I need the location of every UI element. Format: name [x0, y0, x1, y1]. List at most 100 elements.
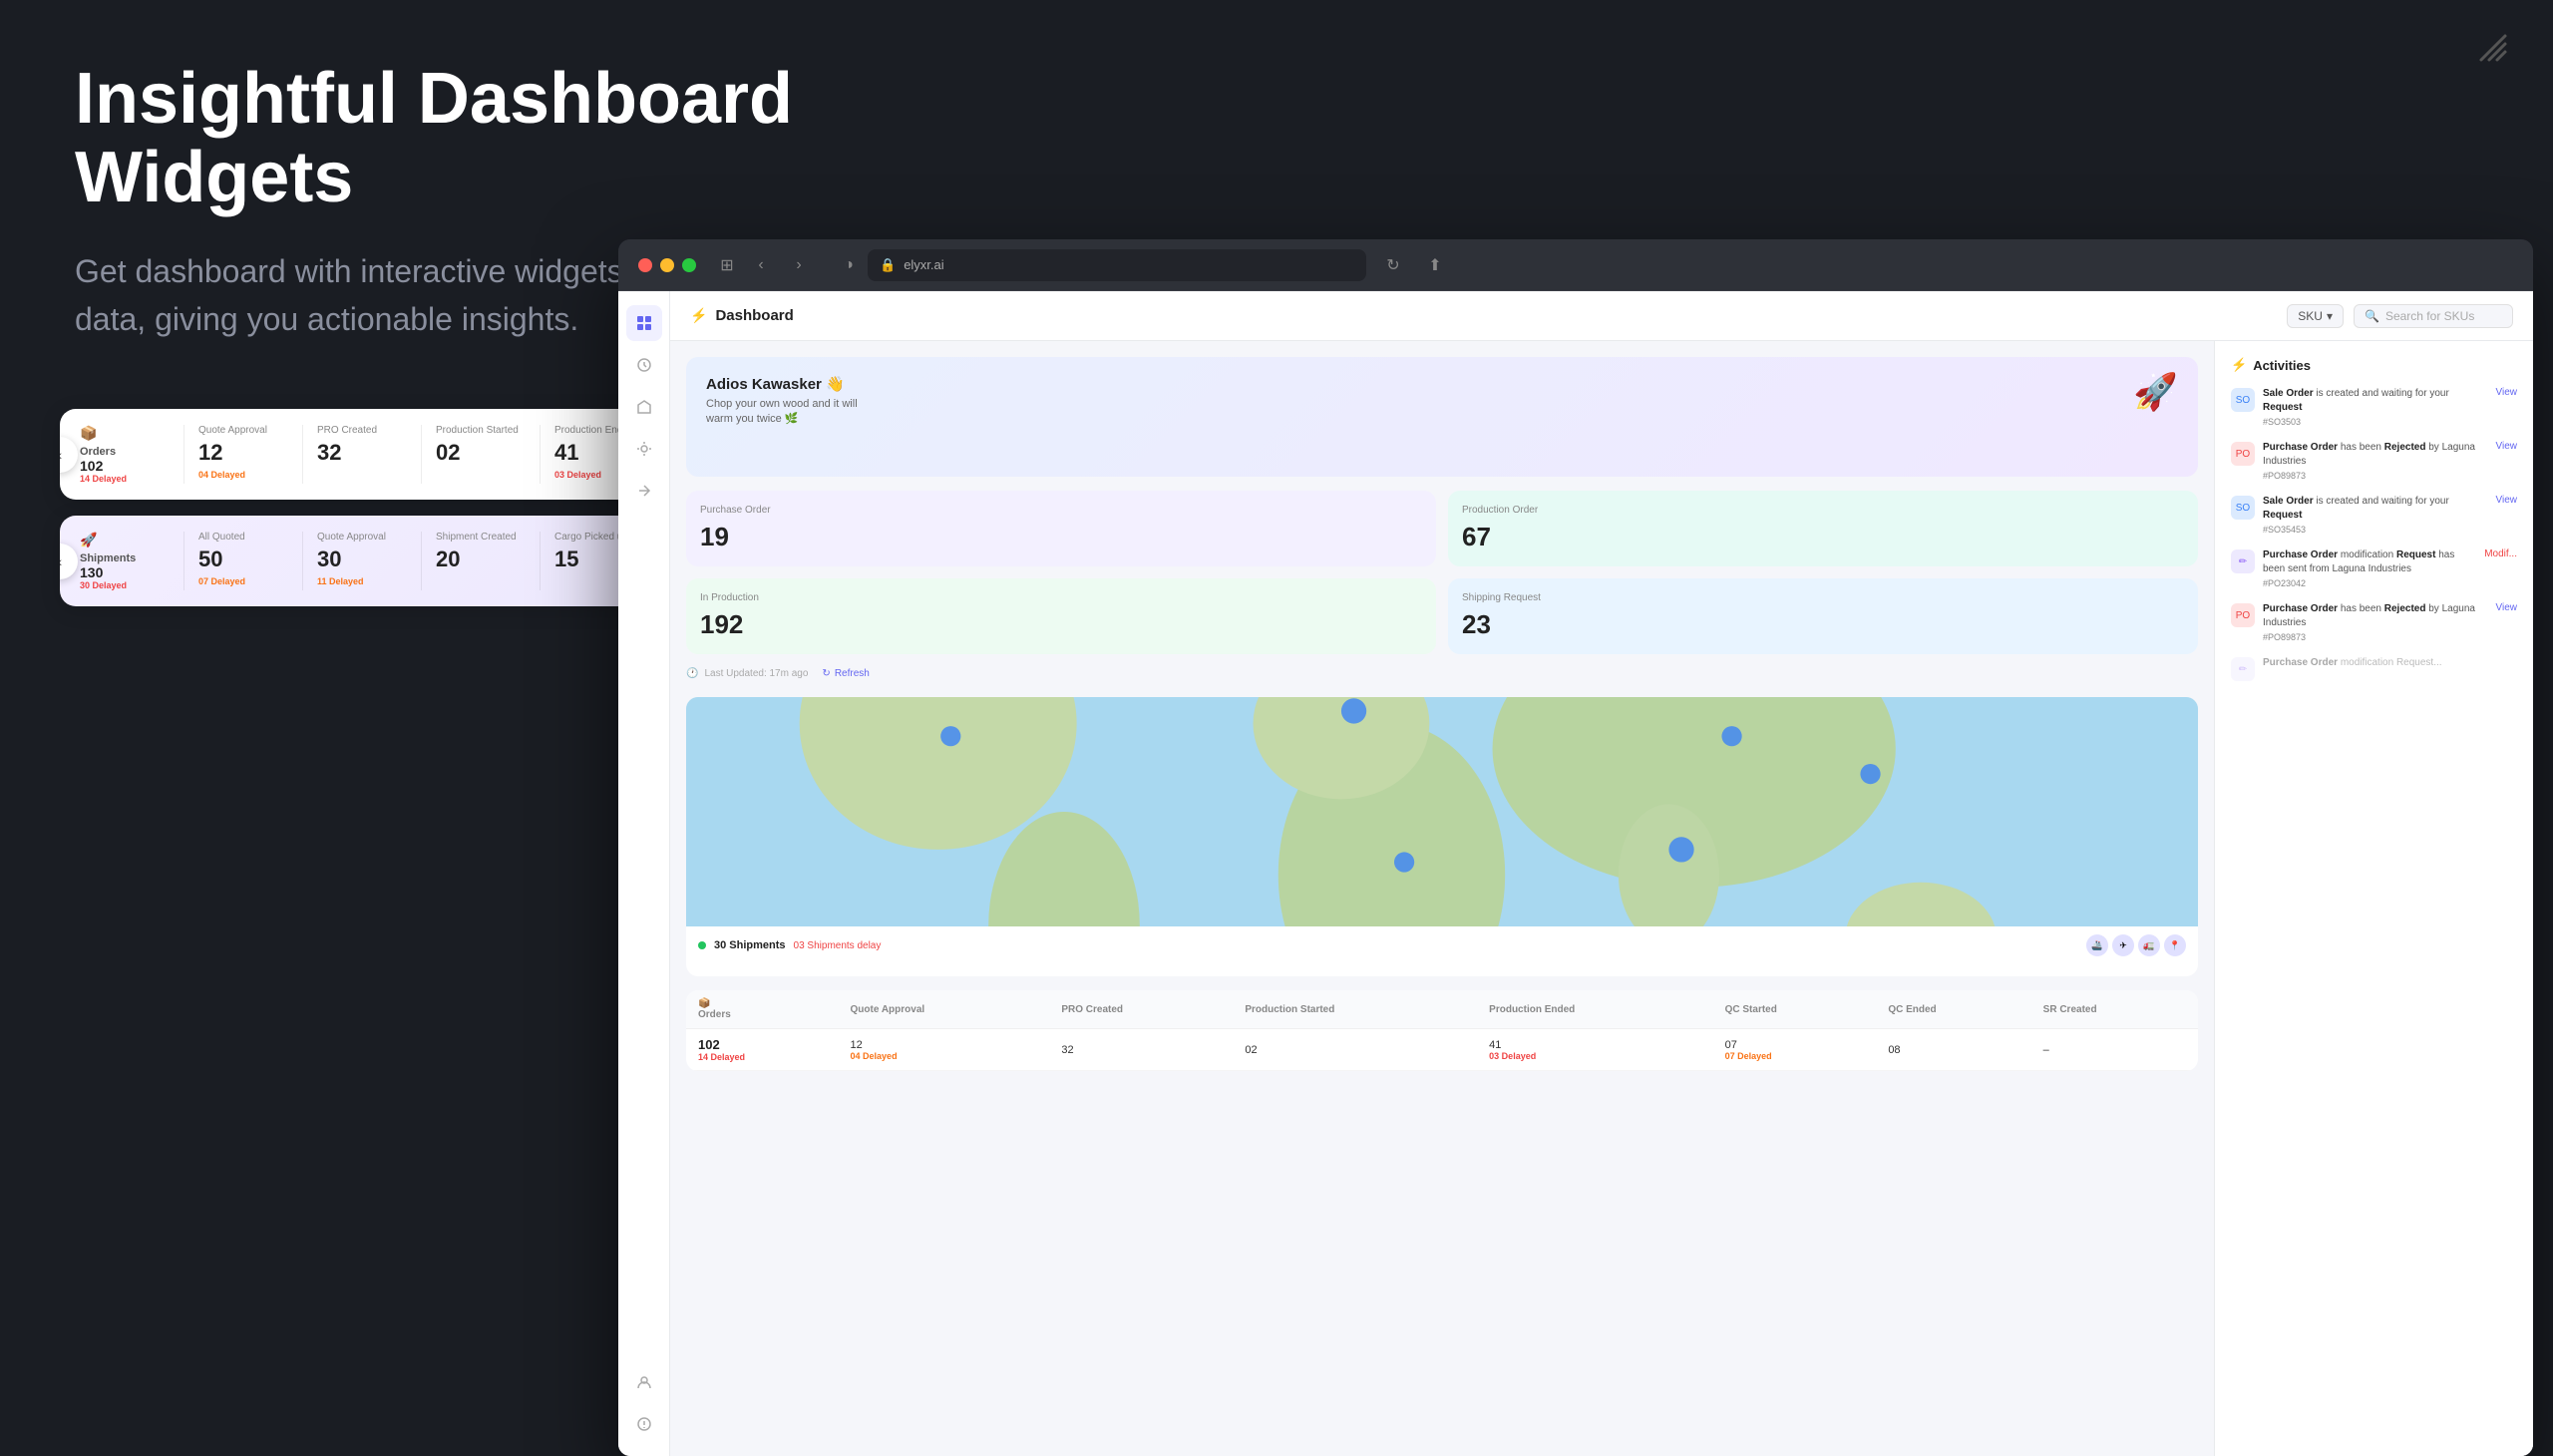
- col-header-src: SR Created: [2031, 990, 2198, 1029]
- orders-main-value: 102: [698, 1037, 827, 1052]
- activity-content-2: Purchase Order has been Rejected by Lagu…: [2263, 441, 2488, 481]
- left-panel: Adios Kawasker 👋 Chop your own wood and …: [670, 341, 2214, 1456]
- sidebar-item-dashboard[interactable]: [626, 305, 662, 341]
- theme-toggle-button[interactable]: ◑: [834, 250, 864, 280]
- activity-content-6: Purchase Order modification Request...: [2263, 656, 2517, 670]
- col-header-pe: Production Ended: [1477, 990, 1712, 1029]
- activity-content-4: Purchase Order modification Request has …: [2263, 548, 2476, 588]
- in-production-value: 192: [700, 609, 1422, 640]
- activity-modify-4[interactable]: Modif...: [2484, 548, 2517, 559]
- activity-dot-5: PO: [2231, 603, 2255, 627]
- app-sidebar: [618, 291, 670, 1456]
- sidebar-item-bottom-1[interactable]: [626, 1364, 662, 1400]
- lightning-icon: ⚡: [2231, 357, 2247, 373]
- td-qcs: 07 07 Delayed: [1713, 1029, 1877, 1071]
- activity-view-3[interactable]: View: [2496, 495, 2518, 506]
- activity-text-6: Purchase Order modification Request...: [2263, 656, 2517, 670]
- search-bar[interactable]: 🔍 Search for SKUs: [2354, 304, 2513, 328]
- activity-text-2: Purchase Order has been Rejected by Lagu…: [2263, 441, 2488, 469]
- close-button[interactable]: [638, 258, 652, 272]
- activity-dot-1: SO: [2231, 388, 2255, 412]
- qa2-value: 30: [317, 546, 407, 572]
- sidebar-toggle-button[interactable]: ⊞: [712, 250, 742, 280]
- shipments-value: 130: [80, 564, 170, 580]
- activity-item-2: PO Purchase Order has been Rejected by L…: [2231, 441, 2517, 481]
- refresh-button[interactable]: ↻ Refresh: [822, 668, 869, 679]
- sidebar-item-3[interactable]: [626, 431, 662, 467]
- sidebar-item-2[interactable]: [626, 389, 662, 425]
- activity-item-3: SO Sale Order is created and waiting for…: [2231, 495, 2517, 535]
- map-status-dot: [698, 941, 706, 949]
- map-card: + − ⤢ 30 Shipments 03 Shipments d: [686, 697, 2198, 976]
- timestamp-row: 🕐 Last Updated: 17m ago ↻ Refresh: [686, 668, 2198, 683]
- map-background: + − ⤢: [686, 697, 2198, 926]
- welcome-card: Adios Kawasker 👋 Chop your own wood and …: [686, 357, 2198, 477]
- welcome-message: Chop your own wood and it will warm you …: [706, 397, 886, 428]
- map-footer: 30 Shipments 03 Shipments delay 🚢 ✈ 🚛 📍: [686, 926, 2198, 964]
- search-icon: 🔍: [2365, 309, 2379, 323]
- address-bar[interactable]: 🔒 elyxr.ai: [868, 249, 1366, 281]
- production-order-value: 67: [1462, 522, 2184, 552]
- clock-icon: 🕐: [686, 668, 698, 679]
- sc-value: 20: [436, 546, 526, 572]
- activity-item-5: PO Purchase Order has been Rejected by L…: [2231, 602, 2517, 642]
- stat-production-order: Production Order 67: [1448, 491, 2198, 566]
- orders-value: 102: [80, 458, 170, 474]
- shipping-request-label: Shipping Request: [1462, 592, 2184, 603]
- shipping-request-value: 23: [1462, 609, 2184, 640]
- orders-delayed-value: 14 Delayed: [698, 1052, 827, 1062]
- sku-selector[interactable]: SKU ▾: [2287, 304, 2344, 328]
- timestamp-text: Last Updated: 17m ago: [704, 668, 808, 679]
- stats-grid: Purchase Order 19 Production Order 67 In…: [686, 491, 2198, 654]
- sidebar-item-bottom-2[interactable]: [626, 1406, 662, 1442]
- table-row: 102 14 Delayed 12 04 Delayed 32 02: [686, 1029, 2198, 1071]
- ps-label: Production Started: [436, 425, 526, 436]
- activities-title: ⚡ Activities: [2231, 357, 2517, 373]
- stat-purchase-order: Purchase Order 19: [686, 491, 1436, 566]
- activities-label: Activities: [2253, 358, 2311, 373]
- welcome-greeting: Adios Kawasker 👋: [706, 375, 886, 393]
- td-qce: 08: [1876, 1029, 2030, 1071]
- top-right-icon: [2473, 28, 2513, 77]
- forward-button[interactable]: ›: [784, 250, 814, 280]
- activity-dot-2: PO: [2231, 442, 2255, 466]
- td-pc: 32: [1049, 1029, 1233, 1071]
- floating-widgets: ‹ 📦 Orders 102 14 Delayed Quote Approval…: [60, 409, 678, 622]
- welcome-text: Adios Kawasker 👋 Chop your own wood and …: [706, 375, 886, 428]
- nav-arrow-left-2[interactable]: ‹: [60, 544, 78, 579]
- sidebar-item-4[interactable]: [626, 473, 662, 509]
- map-icon-1: 🚢: [2086, 934, 2108, 956]
- sc-label: Shipment Created: [436, 532, 526, 543]
- search-placeholder: Search for SKUs: [2385, 309, 2474, 323]
- traffic-lights: [638, 258, 696, 272]
- share-button[interactable]: ⬆: [1420, 250, 1450, 280]
- rocket-icon: 🚀: [2133, 371, 2178, 413]
- td-src: –: [2031, 1029, 2198, 1071]
- reload-button[interactable]: ↻: [1378, 250, 1408, 280]
- activity-text-3: Sale Order is created and waiting for yo…: [2263, 495, 2488, 523]
- activity-dot-6: ✏: [2231, 657, 2255, 681]
- activity-item-6: ✏ Purchase Order modification Request...: [2231, 656, 2517, 681]
- orders-col-label: Orders: [698, 1009, 827, 1020]
- browser-chrome: ⊞ ‹ › ◑ 🔒 elyxr.ai ↻ ⬆: [618, 239, 2533, 291]
- back-button[interactable]: ‹: [746, 250, 776, 280]
- top-bar: ⚡ Dashboard SKU ▾ 🔍 Search for SKUs: [670, 291, 2533, 341]
- activity-view-1[interactable]: View: [2496, 387, 2518, 398]
- qa2-label: Quote Approval: [317, 532, 407, 543]
- nav-arrow-left[interactable]: ‹: [60, 437, 78, 473]
- orders-widget: ‹ 📦 Orders 102 14 Delayed Quote Approval…: [60, 409, 678, 500]
- sidebar-item-1[interactable]: [626, 347, 662, 383]
- purchase-order-value: 19: [700, 522, 1422, 552]
- minimize-button[interactable]: [660, 258, 674, 272]
- activity-view-5[interactable]: View: [2496, 602, 2518, 613]
- col-header-qa: Quote Approval: [839, 990, 1050, 1029]
- aq-label: All Quoted: [198, 532, 288, 543]
- maximize-button[interactable]: [682, 258, 696, 272]
- td-pe: 41 03 Delayed: [1477, 1029, 1712, 1071]
- purchase-order-label: Purchase Order: [700, 505, 1422, 516]
- orders-table-icon: 📦: [698, 998, 827, 1009]
- activity-view-2[interactable]: View: [2496, 441, 2518, 452]
- refresh-icon: ↻: [822, 668, 830, 679]
- hero-title: Insightful Dashboard Widgets: [75, 60, 972, 217]
- map-icon-3: 🚛: [2138, 934, 2160, 956]
